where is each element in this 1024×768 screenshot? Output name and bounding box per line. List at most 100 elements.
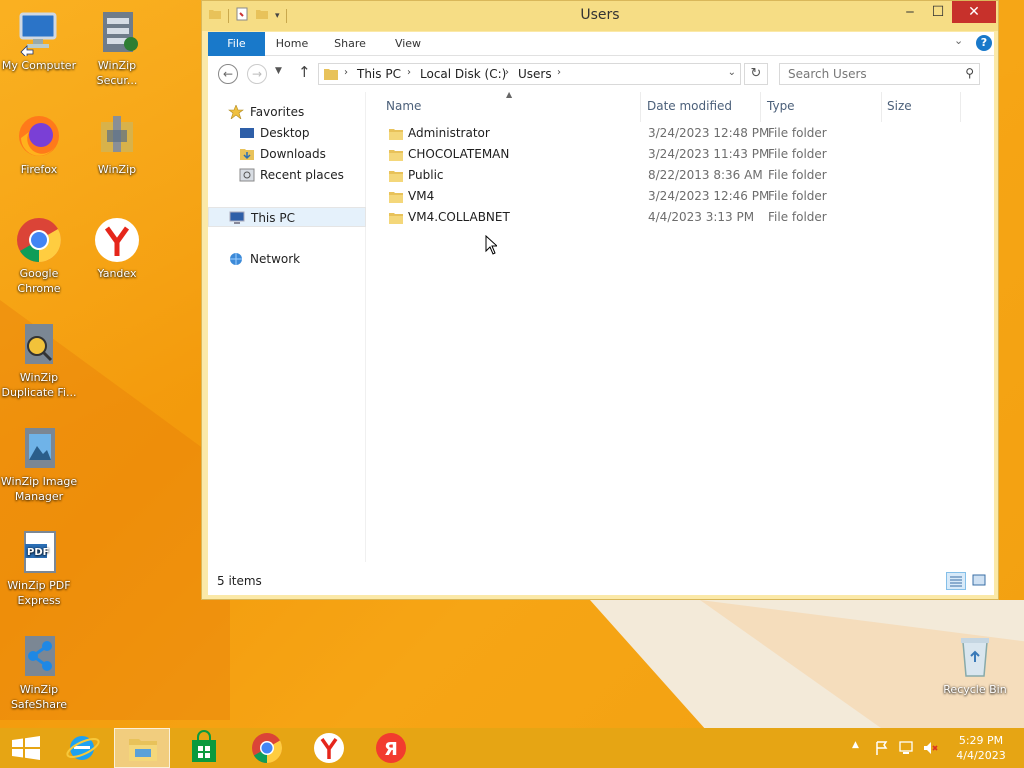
minimize-button[interactable]: ‒	[896, 1, 924, 23]
help-icon[interactable]: ?	[976, 35, 992, 51]
recent-locations-chevron-icon[interactable]: ▼	[275, 66, 282, 76]
column-header-date-modified[interactable]: Date modified	[647, 99, 732, 113]
network-status-icon[interactable]	[898, 740, 914, 759]
folder-icon	[388, 190, 404, 203]
recent-places-icon	[239, 168, 255, 182]
volume-muted-icon[interactable]	[922, 740, 938, 759]
file-type: File folder	[768, 210, 827, 224]
nav-item-favorites[interactable]: Favorites	[208, 102, 366, 122]
file-list: ▲ Name Date modified Type Size Administr…	[378, 90, 994, 562]
desktop-icon-label: WinZip PDF Express	[7, 579, 71, 607]
taskbar-store[interactable]	[176, 728, 232, 768]
tab-share[interactable]: Share	[328, 32, 372, 56]
desktop-icon-label: WinZip Duplicate Fi...	[1, 371, 77, 399]
taskbar-yandex[interactable]	[300, 728, 356, 768]
address-bar[interactable]: › This PC › Local Disk (C:) › Users › ⌄	[318, 63, 741, 85]
taskbar-yandex-browser[interactable]: Я	[362, 728, 418, 768]
tab-file[interactable]: File	[208, 32, 265, 56]
close-button[interactable]: ✕	[952, 1, 996, 23]
search-input[interactable]	[780, 64, 950, 84]
large-icons-view-button[interactable]	[970, 572, 988, 590]
nav-item-network[interactable]: Network	[208, 249, 366, 269]
nav-label: This PC	[251, 211, 295, 225]
title-bar[interactable]: ▾ Users ‒ ☐ ✕	[202, 1, 998, 31]
column-divider[interactable]	[881, 92, 882, 122]
expand-ribbon-icon[interactable]: ⌄	[954, 34, 963, 47]
file-row-chocolateman[interactable]: CHOCOLATEMAN 3/24/2023 11:43 PM File fol…	[378, 144, 978, 165]
file-date: 3/24/2023 12:46 PM	[648, 189, 770, 203]
desktop-icon-yandex[interactable]: Yandex	[78, 216, 156, 281]
forward-button[interactable]: →	[247, 64, 267, 84]
start-icon	[12, 736, 40, 760]
yandex-icon	[314, 733, 344, 763]
clock-time: 5:29 PM	[958, 734, 1004, 747]
action-center-flag-icon[interactable]	[874, 740, 890, 759]
desktop-icon-label: Google Chrome	[17, 267, 61, 295]
svg-text:Я: Я	[384, 739, 398, 760]
column-divider[interactable]	[640, 92, 641, 122]
file-row-public[interactable]: Public 8/22/2013 8:36 AM File folder	[378, 165, 978, 186]
breadcrumb-separator-icon[interactable]: ›	[557, 67, 561, 78]
start-button[interactable]	[0, 728, 56, 768]
desktop-icon-label: WinZip	[97, 163, 137, 176]
desktop-icon-winzip-duplicate[interactable]: WinZip Duplicate Fi...	[0, 320, 78, 400]
desktop-icon-winzip-pdf-express[interactable]: PDF WinZip PDF Express	[0, 528, 78, 608]
nav-item-recent-places[interactable]: Recent places	[208, 165, 366, 185]
file-type: File folder	[768, 147, 827, 161]
details-view-button[interactable]	[946, 572, 966, 590]
chevron-down-icon[interactable]: ⌄	[728, 67, 736, 78]
clock-date: 4/4/2023	[956, 749, 1006, 762]
breadcrumb-separator-icon[interactable]: ›	[505, 67, 509, 78]
chrome-icon	[252, 733, 283, 763]
details-view-icon	[950, 576, 962, 587]
file-row-vm4-collabnet[interactable]: VM4.COLLABNET 4/4/2023 3:13 PM File fold…	[378, 207, 978, 228]
window-title: Users	[580, 7, 620, 23]
search-icon[interactable]: ⚲	[965, 66, 974, 80]
column-divider[interactable]	[760, 92, 761, 122]
breadcrumb-users[interactable]: Users	[518, 67, 552, 81]
column-header-type[interactable]: Type	[767, 99, 795, 113]
desktop-icon-winzip[interactable]: WinZip	[78, 112, 156, 177]
nav-item-downloads[interactable]: Downloads	[208, 144, 366, 164]
desktop-icon-winzip-safeshare[interactable]: WinZip SafeShare	[0, 632, 78, 712]
column-divider[interactable]	[960, 92, 961, 122]
nav-item-desktop[interactable]: Desktop	[208, 123, 366, 143]
taskbar-internet-explorer[interactable]	[56, 728, 112, 768]
desktop-icon-google-chrome[interactable]: Google Chrome	[0, 216, 78, 296]
desktop-icon	[239, 126, 255, 140]
nav-item-this-pc[interactable]: This PC	[208, 207, 366, 227]
refresh-button[interactable]: ↻	[744, 63, 768, 85]
file-row-vm4[interactable]: VM4 3/24/2023 12:46 PM File folder	[378, 186, 978, 207]
recycle-bin-icon	[951, 632, 999, 680]
tab-home[interactable]: Home	[270, 32, 314, 56]
file-row-administrator[interactable]: Administrator 3/24/2023 12:48 PM File fo…	[378, 123, 978, 144]
breadcrumb-separator-icon[interactable]: ›	[407, 67, 411, 78]
show-hidden-icons-chevron-icon[interactable]: ▲	[852, 740, 859, 750]
breadcrumb-this-pc[interactable]: This PC	[357, 67, 401, 81]
search-box[interactable]: ⚲	[779, 63, 980, 85]
up-arrow-icon[interactable]: ↑	[298, 63, 311, 81]
breadcrumb-local-disk[interactable]: Local Disk (C:)	[420, 67, 506, 81]
desktop-icon-my-computer[interactable]: My Computer	[0, 8, 78, 73]
desktop-icon-firefox[interactable]: Firefox	[0, 112, 78, 177]
folder-icon	[388, 148, 404, 161]
desktop-icon-winzip-image-manager[interactable]: WinZip Image Manager	[0, 424, 78, 504]
column-header-name[interactable]: Name	[386, 99, 421, 113]
yandex-icon	[93, 216, 141, 264]
taskbar-file-explorer[interactable]	[114, 728, 170, 768]
desktop-icon-recycle-bin[interactable]: Recycle Bin	[936, 632, 1014, 697]
column-header-size[interactable]: Size	[887, 99, 912, 113]
file-name: VM4.COLLABNET	[408, 210, 510, 224]
taskbar-chrome[interactable]	[238, 728, 294, 768]
tab-view[interactable]: View	[386, 32, 430, 56]
breadcrumb-separator-icon[interactable]: ›	[344, 67, 348, 78]
desktop-icon-winzip-secure[interactable]: WinZip Secur...	[78, 8, 156, 88]
taskbar-clock[interactable]: 5:29 PM 4/4/2023	[944, 733, 1018, 763]
file-date: 3/24/2023 12:48 PM	[648, 126, 770, 140]
maximize-button[interactable]: ☐	[924, 1, 952, 23]
winzip-icon	[93, 112, 141, 160]
folder-icon	[323, 67, 339, 84]
back-button[interactable]: ←	[218, 64, 238, 84]
folder-icon	[388, 211, 404, 224]
this-pc-icon	[229, 211, 245, 225]
